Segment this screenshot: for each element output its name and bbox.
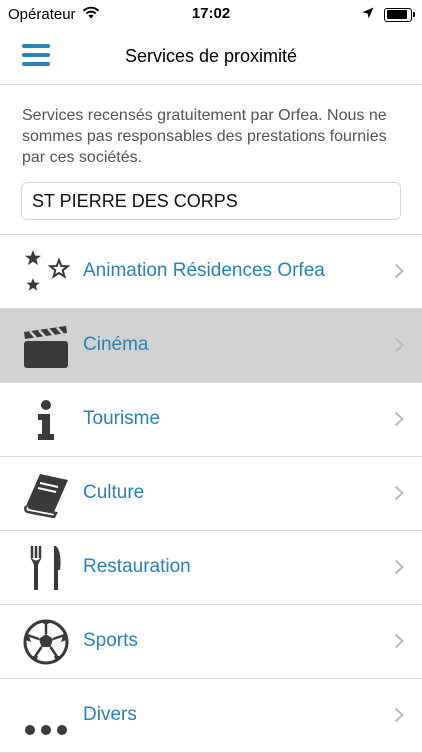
chevron-right-icon: [394, 633, 404, 649]
status-right: [362, 6, 415, 23]
soccer-ball-icon: [22, 618, 70, 666]
page-title: Services de proximité: [124, 46, 298, 66]
list-item-tourisme[interactable]: Tourisme: [0, 383, 422, 457]
list-item-label: Restauration: [83, 556, 191, 577]
info-icon: [22, 396, 70, 444]
chevron-right-icon: [394, 411, 404, 427]
location-arrow-icon: [362, 6, 374, 23]
list-item-label: Divers: [83, 704, 137, 725]
stars-icon: [22, 248, 70, 296]
services-list: Animation Résidences Orfea Cinéma Touris…: [0, 235, 422, 753]
list-item-label: Sports: [83, 630, 138, 651]
navigation-bar: Services de proximité: [0, 30, 422, 85]
clapperboard-icon: [22, 322, 70, 370]
ellipsis-icon: [22, 692, 70, 740]
status-time: 17:02: [191, 5, 231, 22]
list-item-cinema[interactable]: Cinéma: [0, 309, 422, 383]
city-search-input[interactable]: [21, 182, 401, 220]
list-item-animation[interactable]: Animation Résidences Orfea: [0, 235, 422, 309]
status-bar: Opérateur 17:02: [0, 0, 422, 30]
list-item-label: Tourisme: [83, 408, 161, 429]
fork-knife-icon: [22, 544, 70, 592]
list-item-label: Culture: [83, 482, 145, 503]
list-item-restauration[interactable]: Restauration: [0, 531, 422, 605]
battery-icon: [384, 7, 415, 22]
list-item-culture[interactable]: Culture: [0, 457, 422, 531]
book-icon: [22, 470, 70, 518]
list-item-label: Cinéma: [83, 334, 149, 355]
chevron-right-icon: [394, 337, 404, 353]
list-item-sports[interactable]: Sports: [0, 605, 422, 679]
chevron-right-icon: [394, 559, 404, 575]
disclaimer-text: Services recensés gratuitement par Orfea…: [22, 107, 387, 166]
chevron-right-icon: [394, 485, 404, 501]
list-item-divers[interactable]: Divers: [0, 679, 422, 753]
list-item-label: Animation Résidences Orfea: [83, 260, 325, 281]
chevron-right-icon: [394, 707, 404, 723]
chevron-right-icon: [394, 263, 404, 279]
